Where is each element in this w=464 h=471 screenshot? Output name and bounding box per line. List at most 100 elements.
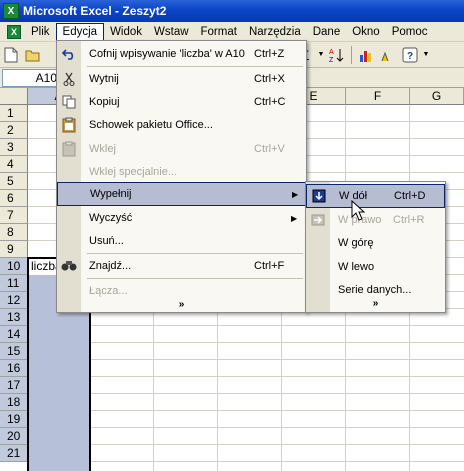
menu-item-label: W lewo <box>338 261 375 273</box>
menu-bar: X Plik Edycja Widok Wstaw Format Narzędz… <box>0 22 464 42</box>
workbook-icon[interactable]: X <box>7 24 21 39</box>
mouse-cursor-icon <box>351 200 365 221</box>
gridline <box>28 342 464 343</box>
drawing-icon[interactable] <box>377 44 399 66</box>
row-header-9[interactable]: 9 <box>0 241 28 258</box>
row-header-15[interactable]: 15 <box>0 343 28 360</box>
open-icon[interactable] <box>22 44 44 66</box>
row-header-16[interactable]: 16 <box>0 360 28 377</box>
clipboard-icon <box>60 116 78 134</box>
fill-right-icon <box>309 211 327 229</box>
menu-dane[interactable]: Dane <box>307 23 347 41</box>
menu-okno[interactable]: Okno <box>346 23 386 41</box>
sum-dropdown-icon[interactable]: ▼ <box>316 44 326 66</box>
undo-icon <box>60 45 78 63</box>
gridline <box>28 410 464 411</box>
row-header-1[interactable]: 1 <box>0 105 28 122</box>
menu-item-shortcut: Ctrl+X <box>254 73 285 85</box>
menu-item-label: Wypełnij <box>90 188 132 200</box>
menu-item-paste[interactable]: Wklej Ctrl+V <box>57 137 306 161</box>
row-header-6[interactable]: 6 <box>0 190 28 207</box>
copy-icon <box>60 93 78 111</box>
row-header-4[interactable]: 4 <box>0 156 28 173</box>
menu-item-label: Wytnij <box>89 73 119 85</box>
menu-item-delete[interactable]: Usuń... <box>57 229 306 253</box>
submenu-arrow-icon: ▶ <box>291 213 298 223</box>
row-header-18[interactable]: 18 <box>0 394 28 411</box>
row-header-2[interactable]: 2 <box>0 122 28 139</box>
menu-item-label: Znajdź... <box>89 260 132 272</box>
menu-item-label: W górę <box>338 237 374 249</box>
menu-item-fill[interactable]: Wypełnij ▶ <box>57 182 306 206</box>
menu-item-shortcut: Ctrl+Z <box>254 48 285 60</box>
help-icon[interactable]: ? <box>399 44 421 66</box>
expand-menu-chevron-icon[interactable]: » <box>57 299 306 310</box>
menu-item-label: Schowek pakietu Office... <box>89 119 213 131</box>
row-header-21[interactable]: 21 <box>0 445 28 462</box>
row-header-20[interactable]: 20 <box>0 428 28 445</box>
row-header-13[interactable]: 13 <box>0 309 28 326</box>
column-header-g[interactable]: G <box>410 88 464 105</box>
menu-item-shortcut: Ctrl+R <box>393 214 425 226</box>
menu-item-label: Wklej <box>89 143 116 155</box>
menu-narzedzia[interactable]: Narzędzia <box>243 23 307 41</box>
select-all-corner[interactable] <box>0 88 28 105</box>
menu-pomoc[interactable]: Pomoc <box>386 23 434 41</box>
gridline <box>28 359 464 360</box>
row-header-17[interactable]: 17 <box>0 377 28 394</box>
fill-submenu: W dół Ctrl+D W prawo Ctrl+R W górę W lew… <box>305 181 446 313</box>
gridline <box>28 461 464 462</box>
submenu-item-fill-right[interactable]: W prawo Ctrl+R <box>306 208 445 232</box>
menu-item-paste-special[interactable]: Wklej specjalnie... <box>57 160 306 184</box>
cut-icon <box>60 70 78 88</box>
svg-text:Z: Z <box>329 57 334 63</box>
menu-item-label: Wklej specjalnie... <box>89 166 178 178</box>
column-header-f[interactable]: F <box>346 88 410 105</box>
submenu-arrow-icon: ▶ <box>292 189 299 199</box>
menu-item-label: Kopiuj <box>89 96 120 108</box>
toolbar-options-icon[interactable]: ▼ <box>421 44 431 66</box>
new-icon[interactable] <box>0 44 22 66</box>
row-header-19[interactable]: 19 <box>0 411 28 428</box>
chart-icon[interactable] <box>355 44 377 66</box>
find-icon <box>60 257 78 275</box>
menu-format[interactable]: Format <box>195 23 243 41</box>
row-header-14[interactable]: 14 <box>0 326 28 343</box>
menu-item-label: Serie danych... <box>338 284 412 296</box>
expand-submenu-chevron-icon[interactable]: » <box>306 298 445 309</box>
menu-item-shortcut: Ctrl+D <box>394 190 426 202</box>
row-header-11[interactable]: 11 <box>0 275 28 292</box>
window-title: Microsoft Excel - Zeszyt2 <box>23 4 167 18</box>
menu-widok[interactable]: Widok <box>104 23 148 41</box>
submenu-item-fill-down[interactable]: W dół Ctrl+D <box>306 184 445 208</box>
gridline <box>28 376 464 377</box>
menu-item-copy[interactable]: Kopiuj Ctrl+C <box>57 90 306 114</box>
row-header-10[interactable]: 10 <box>0 258 28 275</box>
menu-wstaw[interactable]: Wstaw <box>148 23 195 41</box>
excel-app-icon[interactable]: X <box>3 3 19 19</box>
menu-plik[interactable]: Plik <box>25 23 56 41</box>
row-header-3[interactable]: 3 <box>0 139 28 156</box>
row-header-5[interactable]: 5 <box>0 173 28 190</box>
menu-item-undo[interactable]: Cofnij wpisywanie 'liczba' w A10 Ctrl+Z <box>57 42 306 66</box>
submenu-item-fill-left[interactable]: W lewo <box>306 255 445 279</box>
menu-item-clear[interactable]: Wyczyść ▶ <box>57 206 306 230</box>
svg-text:A: A <box>329 49 334 56</box>
fill-down-icon <box>310 187 328 205</box>
menu-item-cut[interactable]: Wytnij Ctrl+X <box>57 67 306 91</box>
menu-edycja[interactable]: Edycja <box>55 22 105 41</box>
menu-item-shortcut: Ctrl+F <box>254 260 285 272</box>
row-header-12[interactable]: 12 <box>0 292 28 309</box>
gridline <box>28 444 464 445</box>
name-box[interactable]: A10 <box>2 68 62 87</box>
row-header-8[interactable]: 8 <box>0 224 28 241</box>
submenu-item-fill-up[interactable]: W górę <box>306 231 445 255</box>
row-header-7[interactable]: 7 <box>0 207 28 224</box>
menu-item-find[interactable]: Znajdź... Ctrl+F <box>57 254 306 278</box>
sort-icon[interactable]: AZ <box>326 44 348 66</box>
gridline <box>28 325 464 326</box>
menu-item-label: Usuń... <box>89 235 124 247</box>
menu-item-office-clipboard[interactable]: Schowek pakietu Office... <box>57 113 306 137</box>
menu-item-shortcut: Ctrl+C <box>254 96 286 108</box>
menu-item-label: Łącza... <box>89 285 128 297</box>
